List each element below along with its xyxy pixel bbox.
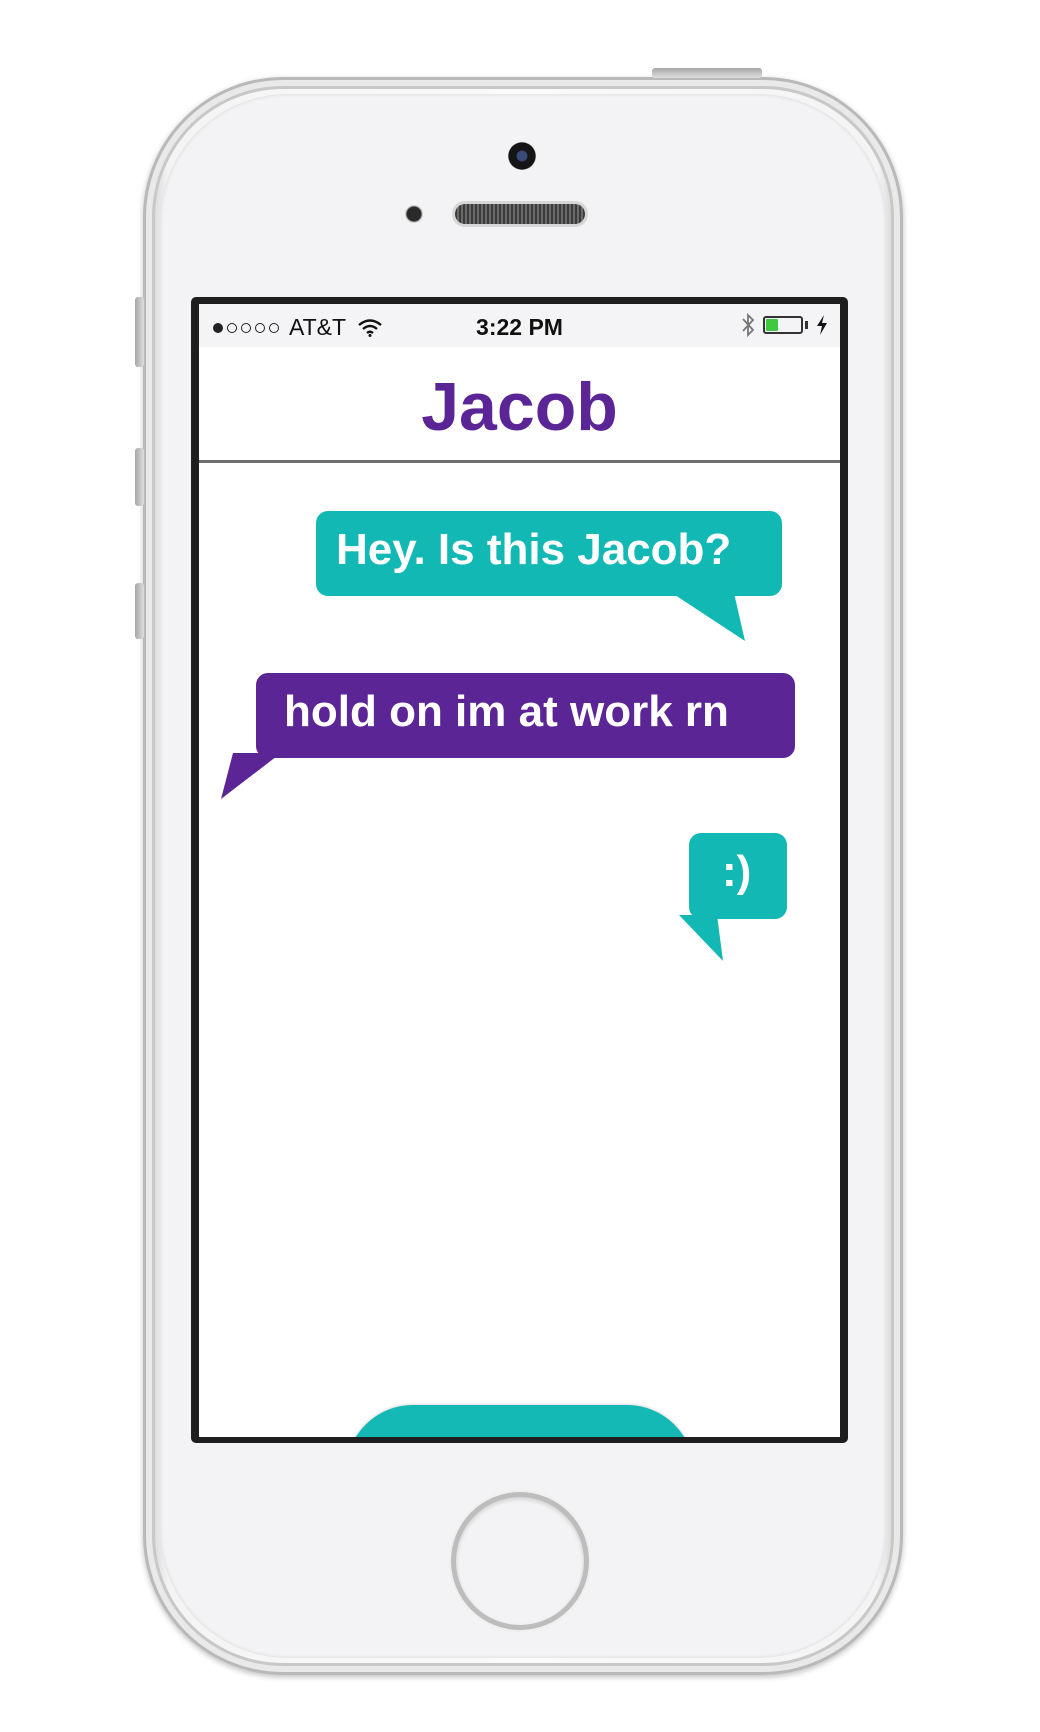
- charging-bolt-icon: [817, 315, 827, 335]
- volume-up-button: [135, 448, 144, 506]
- message-thread[interactable]: Hey. Is this Jacob? hold on im at work r…: [199, 463, 840, 1437]
- screen: AT&T 3:22 PM Jacob Hey. Is this Jacob? h…: [199, 304, 840, 1437]
- battery-fill: [766, 319, 778, 331]
- message-bubble-sent[interactable]: Hey. Is this Jacob?: [316, 511, 782, 596]
- message-bubble-sent[interactable]: :): [689, 833, 787, 919]
- bubble-tail-right: [679, 915, 723, 961]
- battery-icon: [763, 316, 803, 334]
- message-bubble-received[interactable]: hold on im at work rn: [256, 673, 795, 758]
- mute-switch: [135, 297, 144, 367]
- power-button: [652, 68, 762, 78]
- conversation-header: Jacob: [199, 347, 840, 463]
- status-bar: AT&T 3:22 PM: [199, 304, 840, 347]
- bubble-tail-right: [672, 593, 745, 641]
- volume-down-button: [135, 583, 144, 639]
- send-button[interactable]: Send: [346, 1405, 694, 1437]
- battery-tip: [805, 321, 808, 329]
- front-camera-icon: [508, 142, 536, 170]
- contact-name-title: Jacob: [421, 369, 618, 445]
- home-button[interactable]: [456, 1497, 584, 1625]
- earpiece-speaker-icon: [455, 204, 585, 224]
- status-right: [741, 312, 828, 338]
- proximity-sensor-icon: [405, 205, 423, 223]
- bluetooth-icon: [742, 312, 755, 338]
- bubble-tail-left: [221, 753, 281, 799]
